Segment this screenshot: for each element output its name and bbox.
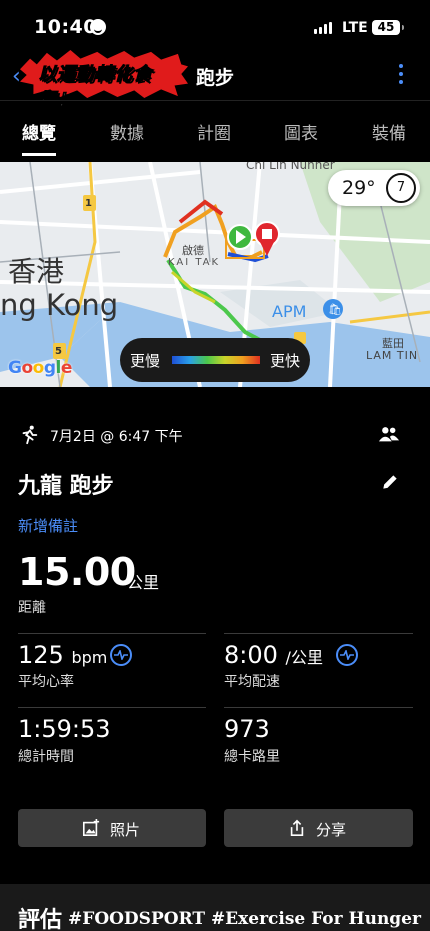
heart-rate-unit: bpm [71, 648, 108, 667]
signal-icon [314, 22, 336, 34]
evaluation-heading: 評估 [18, 908, 63, 931]
total-time-label: 總計時間 [18, 749, 74, 765]
pace-legend-fast: 更快 [269, 352, 300, 370]
pace-gradient-bar [172, 356, 260, 364]
add-photo-icon [82, 819, 100, 837]
photos-button-label: 照片 [110, 821, 141, 839]
pace-legend-slow: 更慢 [130, 352, 161, 370]
tab-bar: 總覽 數據 計圈 圖表 裝備 [0, 100, 430, 158]
pace-label: 平均配速 [224, 674, 280, 690]
more-vertical-icon[interactable] [398, 64, 404, 88]
route-map[interactable]: 1 5 Chi Lin Nunner 香港 ng Kong 啟德 KAI TAK… [0, 162, 430, 387]
pace-value: 8:00 [224, 641, 278, 669]
status-time: 10:40 [34, 16, 97, 38]
pace-stat: 8:00 /公里 [224, 641, 323, 669]
divider [18, 707, 206, 708]
photos-button[interactable]: 照片 [18, 809, 206, 847]
google-logo: Google [8, 358, 72, 378]
map-label-apm: APM [272, 302, 307, 321]
distance-value: 15.00 [18, 550, 136, 594]
map-label-kai-tak-en: KAI TAK [168, 257, 221, 268]
heart-rate-chart-icon[interactable] [110, 644, 132, 666]
pace-legend: 更慢 更快 [120, 338, 310, 382]
share-button[interactable]: 分享 [224, 809, 413, 847]
page-title: 跑步 [196, 67, 235, 89]
road-shield-1: 1 [85, 198, 92, 209]
heart-rate-stat: 125 bpm [18, 641, 107, 669]
foodsport-watermark: #FOODSPORT #Exercise For Hunger [68, 909, 421, 929]
evaluation-section: 評估 #FOODSPORT #Exercise For Hunger [0, 884, 430, 931]
pace-unit: /公里 [285, 648, 323, 667]
total-time-value: 1:59:53 [18, 715, 111, 743]
wind-speed-icon: 7 [386, 173, 416, 203]
share-button-label: 分享 [316, 821, 347, 839]
pace-chart-icon[interactable] [336, 644, 358, 666]
tab-laps[interactable]: 計圈 [197, 119, 231, 144]
smiley-icon [90, 19, 106, 35]
tab-overview[interactable]: 總覽 [22, 119, 56, 156]
divider [18, 633, 206, 634]
network-type: LTE [342, 20, 368, 36]
map-label-kai-tak-zh: 啟德 [182, 244, 204, 257]
tab-charts[interactable]: 圖表 [284, 119, 318, 144]
app-bar: ‹ 以運動轉化食糧！ 跑步 [0, 50, 430, 112]
weather-temperature: 29° [342, 177, 376, 199]
map-label-hong-kong-en: ng Kong [0, 288, 119, 322]
heart-rate-value: 125 [18, 641, 64, 669]
promo-banner: 以運動轉化食糧！ [20, 50, 188, 112]
map-label-lam-tin-en: LAM TIN [366, 349, 419, 362]
activity-title: 九龍 跑步 [18, 474, 114, 499]
calories-label: 總卡路里 [224, 749, 280, 765]
tab-data[interactable]: 數據 [110, 119, 144, 144]
map-label-hong-kong-zh: 香港 [8, 255, 65, 288]
distance-unit: 公里 [127, 573, 160, 592]
activity-date: 7月2日 @ 6:47 下午 [50, 429, 183, 445]
calories-value: 973 [224, 715, 270, 743]
map-label-chi-lin: Chi Lin Nunner [246, 162, 335, 172]
divider [224, 707, 413, 708]
distance-label: 距離 [18, 600, 46, 616]
tab-gear[interactable]: 裝備 [372, 119, 406, 144]
share-icon [290, 819, 304, 837]
people-icon[interactable] [378, 424, 400, 444]
battery-icon: 45 [372, 20, 404, 35]
status-bar: 10:40 LTE 45 [0, 0, 430, 50]
heart-rate-label: 平均心率 [18, 674, 74, 690]
weather-badge: 29° 7 [328, 170, 420, 206]
divider [224, 633, 413, 634]
shopping-bag-icon: 🛍 [328, 303, 342, 316]
road-shield-5: 5 [55, 346, 62, 357]
add-note-link[interactable]: 新增備註 [18, 515, 78, 536]
pencil-icon[interactable] [380, 472, 400, 492]
running-icon [22, 425, 38, 445]
